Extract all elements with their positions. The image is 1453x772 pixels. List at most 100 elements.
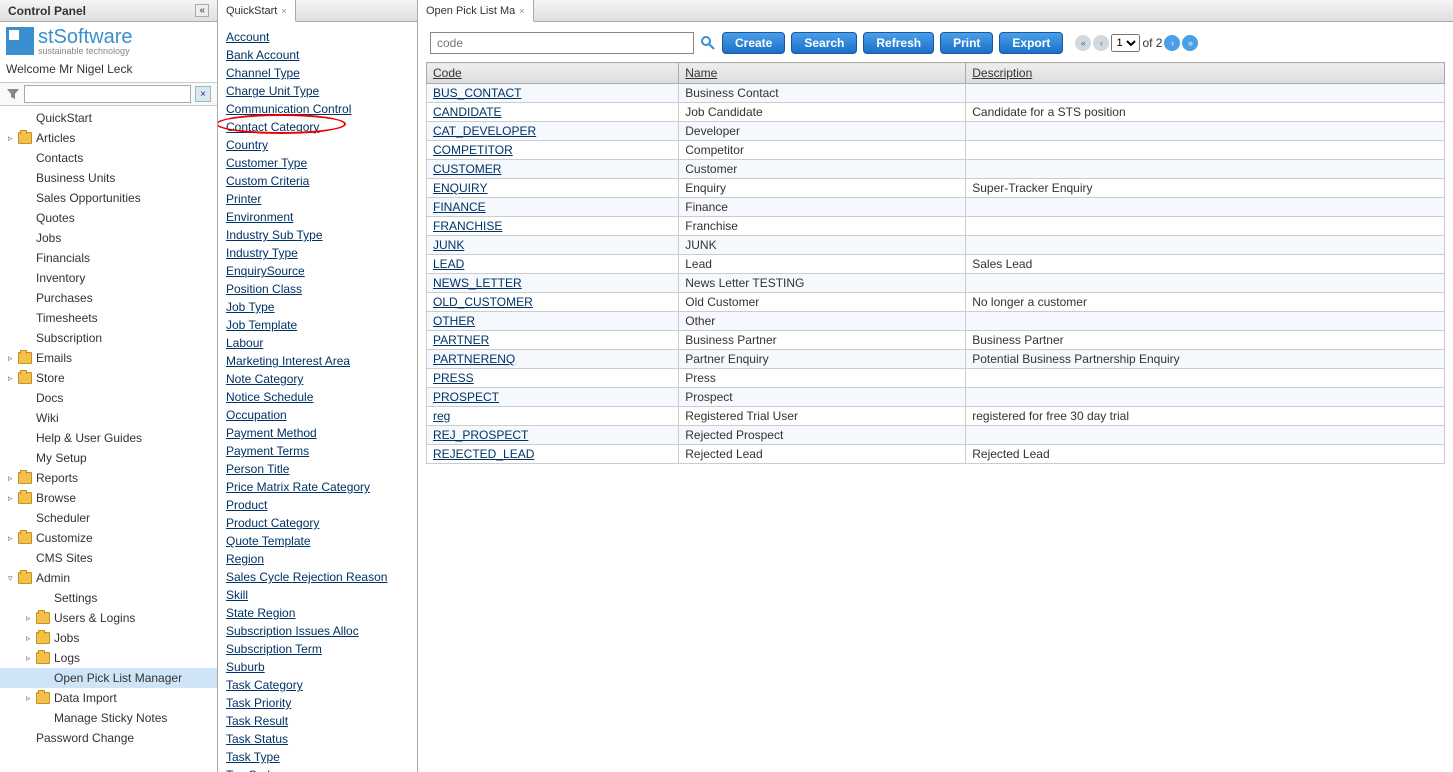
tree-item-admin[interactable]: ▿Admin	[0, 568, 217, 588]
link-job-type[interactable]: Job Type	[226, 298, 409, 316]
code-cell[interactable]: LEAD	[427, 255, 679, 274]
link-industry-type[interactable]: Industry Type	[226, 244, 409, 262]
table-row[interactable]: PARTNERENQPartner EnquiryPotential Busin…	[427, 350, 1445, 369]
tree-item-cms-sites[interactable]: CMS Sites	[0, 548, 217, 568]
link-note-category[interactable]: Note Category	[226, 370, 409, 388]
link-task-result[interactable]: Task Result	[226, 712, 409, 730]
table-row[interactable]: REJECTED_LEADRejected LeadRejected Lead	[427, 445, 1445, 464]
link-product[interactable]: Product	[226, 496, 409, 514]
tree-item-scheduler[interactable]: Scheduler	[0, 508, 217, 528]
chevron-icon[interactable]: ▿	[8, 573, 18, 584]
link-position-class[interactable]: Position Class	[226, 280, 409, 298]
code-cell[interactable]: PARTNERENQ	[427, 350, 679, 369]
tree-item-jobs[interactable]: ▹Jobs	[0, 628, 217, 648]
link-tax-codes[interactable]: Tax Codes	[226, 766, 409, 772]
tree-item-articles[interactable]: ▹Articles	[0, 128, 217, 148]
code-cell[interactable]: PRESS	[427, 369, 679, 388]
chevron-icon[interactable]: ▹	[26, 653, 36, 664]
search-button[interactable]: Search	[791, 32, 857, 54]
table-row[interactable]: REJ_PROSPECTRejected Prospect	[427, 426, 1445, 445]
table-row[interactable]: PRESSPress	[427, 369, 1445, 388]
link-customer-type[interactable]: Customer Type	[226, 154, 409, 172]
link-job-template[interactable]: Job Template	[226, 316, 409, 334]
chevron-icon[interactable]: ▹	[26, 633, 36, 644]
table-row[interactable]: OLD_CUSTOMEROld CustomerNo longer a cust…	[427, 293, 1445, 312]
link-charge-unit-type[interactable]: Charge Unit Type	[226, 82, 409, 100]
link-labour[interactable]: Labour	[226, 334, 409, 352]
tree-item-financials[interactable]: Financials	[0, 248, 217, 268]
table-row[interactable]: PARTNERBusiness PartnerBusiness Partner	[427, 331, 1445, 350]
link-suburb[interactable]: Suburb	[226, 658, 409, 676]
link-account[interactable]: Account	[226, 28, 409, 46]
tree-item-password-change[interactable]: Password Change	[0, 728, 217, 748]
col-code[interactable]: Code	[427, 63, 679, 84]
link-marketing-interest-area[interactable]: Marketing Interest Area	[226, 352, 409, 370]
link-contact-category[interactable]: Contact Category	[226, 118, 409, 136]
link-skill[interactable]: Skill	[226, 586, 409, 604]
tree-item-subscription[interactable]: Subscription	[0, 328, 217, 348]
code-cell[interactable]: REJECTED_LEAD	[427, 445, 679, 464]
link-industry-sub-type[interactable]: Industry Sub Type	[226, 226, 409, 244]
code-cell[interactable]: PROSPECT	[427, 388, 679, 407]
table-row[interactable]: FINANCEFinance	[427, 198, 1445, 217]
chevron-icon[interactable]: ▹	[8, 373, 18, 384]
tree-item-contacts[interactable]: Contacts	[0, 148, 217, 168]
table-row[interactable]: ENQUIRYEnquirySuper-Tracker Enquiry	[427, 179, 1445, 198]
link-person-title[interactable]: Person Title	[226, 460, 409, 478]
tree-item-users-logins[interactable]: ▹Users & Logins	[0, 608, 217, 628]
code-cell[interactable]: REJ_PROSPECT	[427, 426, 679, 445]
table-row[interactable]: CAT_DEVELOPERDeveloper	[427, 122, 1445, 141]
tree-item-jobs[interactable]: Jobs	[0, 228, 217, 248]
code-input[interactable]	[430, 32, 694, 54]
table-row[interactable]: JUNKJUNK	[427, 236, 1445, 255]
code-cell[interactable]: CANDIDATE	[427, 103, 679, 122]
link-state-region[interactable]: State Region	[226, 604, 409, 622]
link-enquirysource[interactable]: EnquirySource	[226, 262, 409, 280]
create-button[interactable]: Create	[722, 32, 785, 54]
code-cell[interactable]: COMPETITOR	[427, 141, 679, 160]
link-payment-method[interactable]: Payment Method	[226, 424, 409, 442]
tree-item-quotes[interactable]: Quotes	[0, 208, 217, 228]
chevron-icon[interactable]: ▹	[26, 613, 36, 624]
tree-item-quickstart[interactable]: QuickStart	[0, 108, 217, 128]
table-row[interactable]: NEWS_LETTERNews Letter TESTING	[427, 274, 1445, 293]
prev-page-icon[interactable]: ‹	[1093, 35, 1109, 51]
table-row[interactable]: LEADLeadSales Lead	[427, 255, 1445, 274]
chevron-icon[interactable]: ▹	[8, 533, 18, 544]
tree-item-docs[interactable]: Docs	[0, 388, 217, 408]
code-cell[interactable]: NEWS_LETTER	[427, 274, 679, 293]
tree-item-sales-opportunities[interactable]: Sales Opportunities	[0, 188, 217, 208]
table-row[interactable]: COMPETITORCompetitor	[427, 141, 1445, 160]
link-region[interactable]: Region	[226, 550, 409, 568]
tab-open-pick-list[interactable]: Open Pick List Ma ×	[418, 0, 534, 22]
link-subscription-issues-alloc[interactable]: Subscription Issues Alloc	[226, 622, 409, 640]
collapse-icon[interactable]: «	[195, 4, 209, 17]
tree-item-logs[interactable]: ▹Logs	[0, 648, 217, 668]
link-channel-type[interactable]: Channel Type	[226, 64, 409, 82]
tree-item-purchases[interactable]: Purchases	[0, 288, 217, 308]
print-button[interactable]: Print	[940, 32, 993, 54]
link-task-category[interactable]: Task Category	[226, 676, 409, 694]
export-button[interactable]: Export	[999, 32, 1063, 54]
link-quote-template[interactable]: Quote Template	[226, 532, 409, 550]
tree-item-help-user-guides[interactable]: Help & User Guides	[0, 428, 217, 448]
link-subscription-term[interactable]: Subscription Term	[226, 640, 409, 658]
last-page-icon[interactable]: »	[1182, 35, 1198, 51]
tab-quickstart[interactable]: QuickStart ×	[218, 0, 296, 22]
tree-item-inventory[interactable]: Inventory	[0, 268, 217, 288]
table-row[interactable]: OTHEROther	[427, 312, 1445, 331]
link-notice-schedule[interactable]: Notice Schedule	[226, 388, 409, 406]
tree-item-emails[interactable]: ▹Emails	[0, 348, 217, 368]
tree-search-input[interactable]	[24, 85, 191, 103]
link-payment-terms[interactable]: Payment Terms	[226, 442, 409, 460]
tree-item-reports[interactable]: ▹Reports	[0, 468, 217, 488]
page-select[interactable]: 1	[1111, 34, 1140, 52]
tree-item-customize[interactable]: ▹Customize	[0, 528, 217, 548]
close-icon[interactable]: ×	[519, 6, 524, 16]
code-cell[interactable]: FRANCHISE	[427, 217, 679, 236]
code-cell[interactable]: ENQUIRY	[427, 179, 679, 198]
clear-search-icon[interactable]: ×	[195, 86, 211, 102]
tree-item-browse[interactable]: ▹Browse	[0, 488, 217, 508]
code-cell[interactable]: reg	[427, 407, 679, 426]
link-country[interactable]: Country	[226, 136, 409, 154]
